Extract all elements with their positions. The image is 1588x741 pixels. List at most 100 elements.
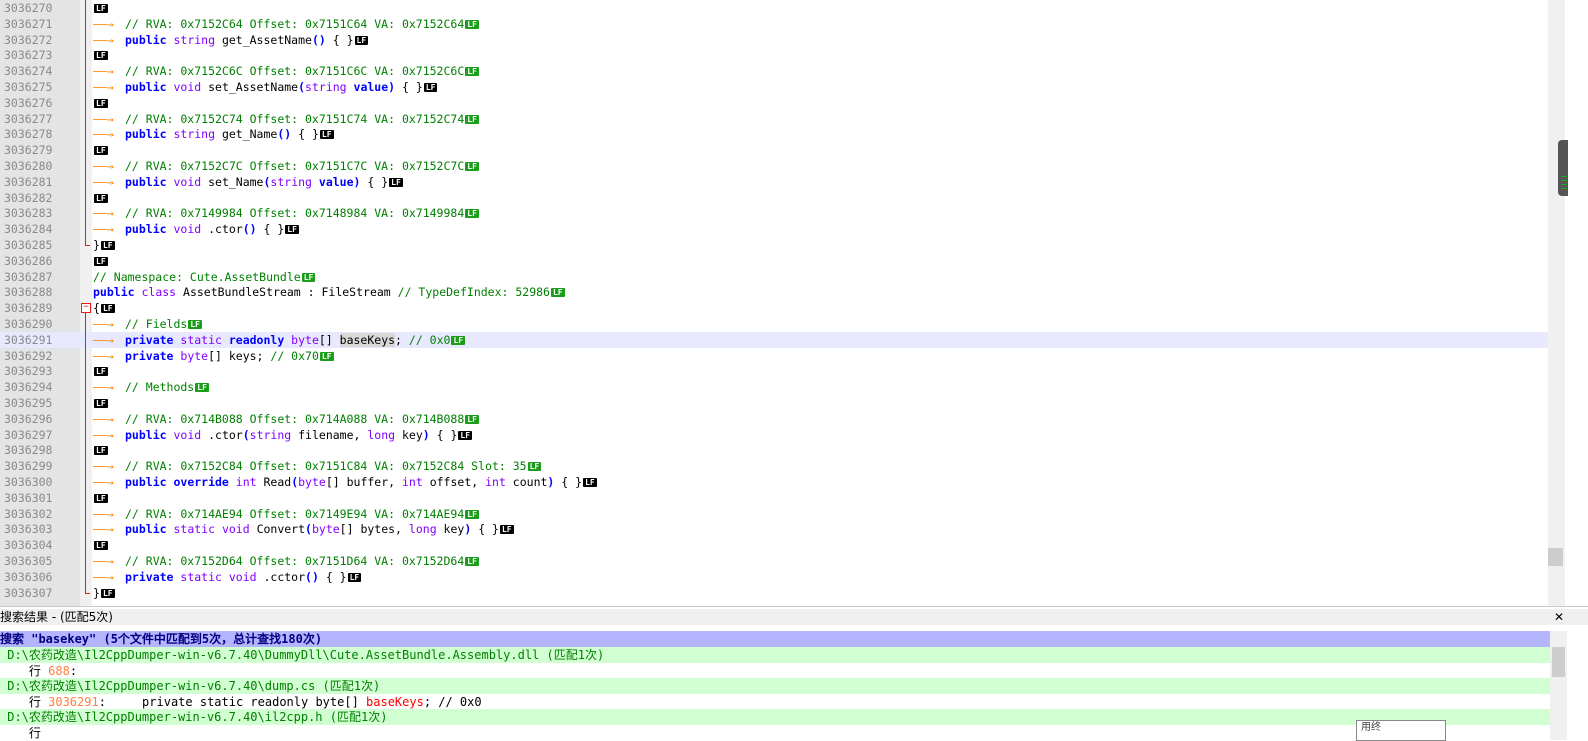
eol-marker: LF — [94, 51, 108, 61]
line-number: 3036298 — [4, 443, 53, 458]
line-content: ——→ // RVA: 0x7152D64 Offset: 0x7151D64 V… — [93, 553, 479, 569]
comment-text: // RVA: 0x7152C84 Offset: 0x7151C84 VA: … — [125, 459, 527, 474]
comment-text: // RVA: 0x714B088 Offset: 0x714A088 VA: … — [125, 411, 465, 426]
type-keyword: string — [305, 80, 347, 94]
brace: { — [93, 301, 100, 316]
code-line: 3036307} LF — [0, 585, 1548, 601]
line-content: ——→ public void set_AssetName(string valu… — [93, 79, 438, 95]
identifier: { } — [318, 569, 347, 584]
tooltip: 用终 — [1356, 720, 1446, 741]
close-icon[interactable]: ✕ — [1554, 609, 1564, 625]
code-line: 3036296 ——→ // RVA: 0x714B088 Offset: 0x71… — [0, 411, 1548, 427]
document-map-marker[interactable] — [1558, 140, 1568, 196]
eol-marker: LF — [583, 478, 597, 487]
code-line: 3036298 LF — [0, 442, 1548, 458]
editor-vertical-scrollbar[interactable] — [1548, 0, 1565, 606]
eol-marker: LF — [94, 399, 108, 408]
eol-marker: LF — [465, 509, 479, 519]
keyword: public — [93, 285, 135, 300]
results-scrollbar-thumb[interactable] — [1552, 647, 1565, 677]
type-keyword: void — [166, 222, 202, 237]
keyword: value) — [311, 174, 361, 189]
eol-marker: LF — [94, 367, 108, 377]
result-file-line[interactable]: D:\农药改造\Il2CppDumper-win-v6.7.40\DummyDl… — [0, 647, 1550, 663]
eol-marker: LF — [465, 557, 479, 566]
line-number: 3036284 — [4, 222, 53, 237]
result-file-line[interactable]: D:\农药改造\Il2CppDumper-win-v6.7.40\il2cpp.… — [0, 709, 1550, 726]
eol-marker: LF — [465, 67, 479, 77]
line-number: 3036297 — [4, 427, 53, 442]
type-keyword: byte — [311, 522, 340, 537]
line-content: ——→ // RVA: 0x7152C84 Offset: 0x7151C84 V… — [93, 458, 542, 474]
result-match-line[interactable]: 行 688: — [0, 662, 1550, 679]
line-content: LF — [93, 95, 108, 111]
code-line: 3036290 ——→ // Fields LF — [0, 316, 1548, 332]
tab-arrow-icon: ——→ — [93, 459, 114, 474]
result-match-line[interactable]: 行 3036291: private static readonly byte[… — [0, 693, 1550, 710]
tab-arrow-icon: ——→ — [93, 506, 114, 521]
code-line: 3036275 ——→ public void set_AssetName(stri… — [0, 79, 1548, 95]
search-results-title: 搜索结果 - (匹配5次) — [0, 610, 113, 624]
line-content: ——→ private byte[] keys; // 0x70 LF — [93, 348, 334, 364]
result-file-line[interactable]: D:\农药改造\Il2CppDumper-win-v6.7.40\dump.cs… — [0, 678, 1550, 695]
keyword: public — [125, 475, 167, 489]
line-number: 3036276 — [4, 95, 53, 110]
line-number: 3036281 — [4, 174, 53, 189]
tab-arrow-icon: ——→ — [93, 80, 114, 94]
line-number: 3036307 — [4, 585, 53, 600]
identifier: { } — [554, 475, 583, 489]
comment-text: // 0x0 — [408, 332, 451, 347]
identifier: ; — [395, 332, 409, 347]
line-number: 3036282 — [4, 190, 53, 205]
search-query-line[interactable]: 搜索 "basekey" (5个文件中匹配到5次，总计查找180次) — [0, 631, 1550, 647]
line-number: 3036270 — [4, 1, 53, 15]
comment-text: // RVA: 0x7152C74 Offset: 0x7151C74 VA: … — [125, 111, 465, 126]
line-number: 3036305 — [4, 554, 53, 568]
line-content: ——→ // RVA: 0x7152C7C Offset: 0x7151C7C V… — [93, 158, 479, 174]
type-keyword: byte — [173, 348, 209, 363]
eol-marker: LF — [465, 162, 479, 171]
line-content: LF — [93, 442, 108, 458]
line-content: ——→ // Methods LF — [93, 379, 209, 395]
tab-arrow-icon: ——→ — [93, 380, 114, 395]
type-keyword: int — [402, 475, 423, 489]
line-number: 3036273 — [4, 48, 53, 63]
identifier: Convert — [249, 522, 306, 537]
type-keyword: int — [228, 475, 257, 489]
fold-end-marker — [85, 592, 90, 594]
line-content: ——→ // RVA: 0x714B088 Offset: 0x714A088 V… — [93, 411, 479, 427]
comment-text: // RVA: 0x7152C6C Offset: 0x7151C6C VA: … — [125, 64, 465, 79]
keyword: public — [125, 522, 167, 537]
code-editor[interactable]: 3036270 LF 3036271 ——→ // RVA: 0x7152C64 Off… — [0, 0, 1588, 606]
identifier: filename, — [291, 427, 368, 442]
code-line: 3036299 ——→ // RVA: 0x7152C84 Offset: 0x71… — [0, 458, 1548, 474]
line-number: 3036306 — [4, 569, 53, 584]
selected-match: baseKeys — [339, 332, 396, 347]
identifier: [] keys; — [208, 348, 271, 363]
match-text: : — [69, 663, 78, 678]
fold-toggle-icon[interactable]: − — [81, 303, 91, 314]
line-prefix: 行 — [0, 663, 49, 678]
match-line-number: 3036291 — [48, 694, 99, 709]
match-text: ; // 0x0 — [423, 694, 482, 709]
line-content: LF — [93, 190, 108, 206]
identifier: AssetBundleStream : FileStream — [176, 285, 398, 300]
comment-text: // Methods — [125, 380, 195, 395]
search-results-title-bar: 搜索结果 - (匹配5次) ✕ — [0, 609, 1588, 625]
keyword: () — [242, 222, 257, 237]
tab-arrow-icon: ——→ — [93, 554, 114, 568]
code-line: 3036271 ——→ // RVA: 0x7152C64 Offset: 0x71… — [0, 16, 1548, 32]
document-map — [1565, 0, 1588, 606]
code-line: 3036300 ——→ public override int Read(byte[… — [0, 474, 1548, 490]
code-line: 3036278 ——→ public string get_Name() { } LF — [0, 126, 1548, 142]
line-content: ——→ public override int Read(byte[] buffe… — [93, 474, 597, 490]
brace: } — [93, 238, 100, 252]
identifier: { } — [325, 32, 354, 47]
code-line: 3036288 public class AssetBundleStream : … — [0, 284, 1548, 300]
line-content: ——→ public string get_Name() { } LF — [93, 126, 334, 142]
type-keyword: string — [249, 427, 292, 442]
editor-scrollbar-thumb[interactable] — [1548, 548, 1563, 566]
eol-marker: LF — [451, 335, 466, 345]
type-keyword: string — [270, 174, 312, 189]
identifier: { } — [429, 427, 458, 442]
